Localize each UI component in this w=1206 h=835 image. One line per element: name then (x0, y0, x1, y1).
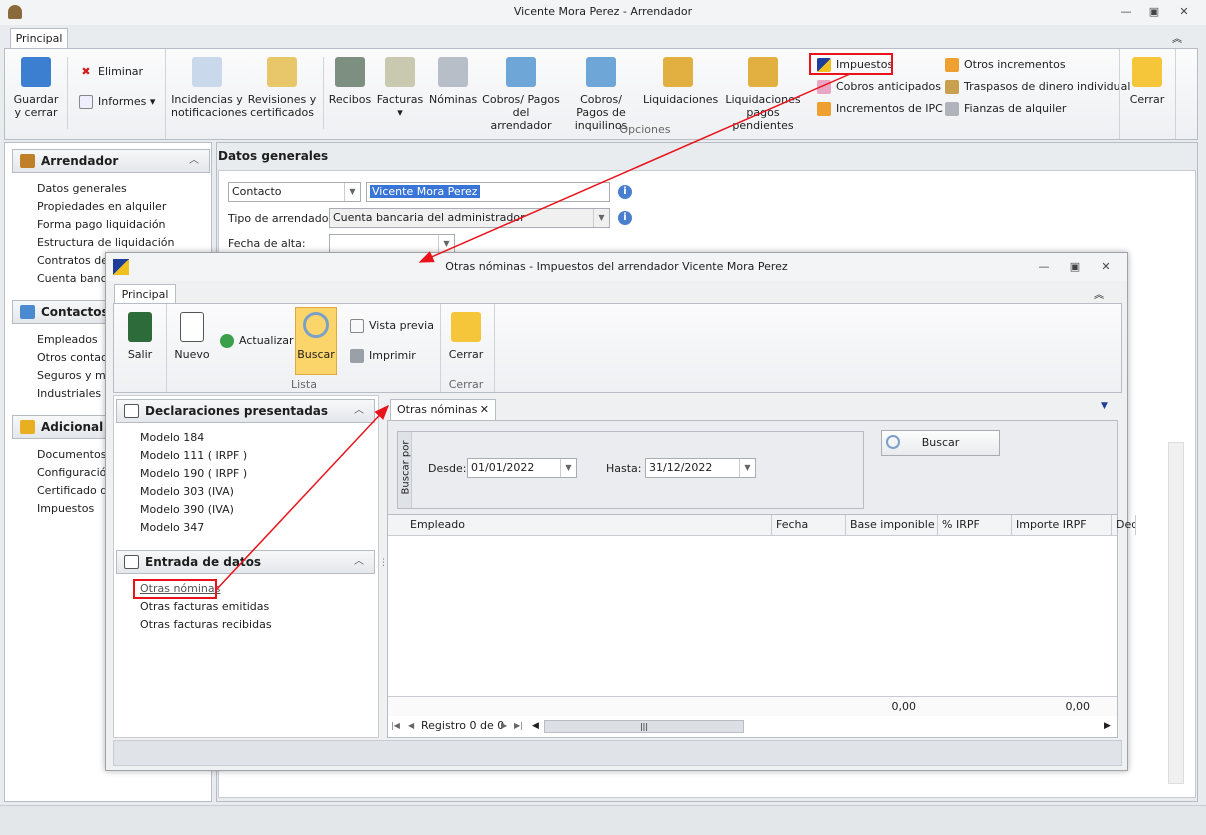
annotation-overlay (133, 53, 893, 599)
annotation-arrow (215, 404, 390, 591)
annotation-arrow (418, 73, 851, 263)
highlight-box-otras-nominas (133, 579, 217, 599)
highlight-box-impuestos (809, 53, 893, 75)
